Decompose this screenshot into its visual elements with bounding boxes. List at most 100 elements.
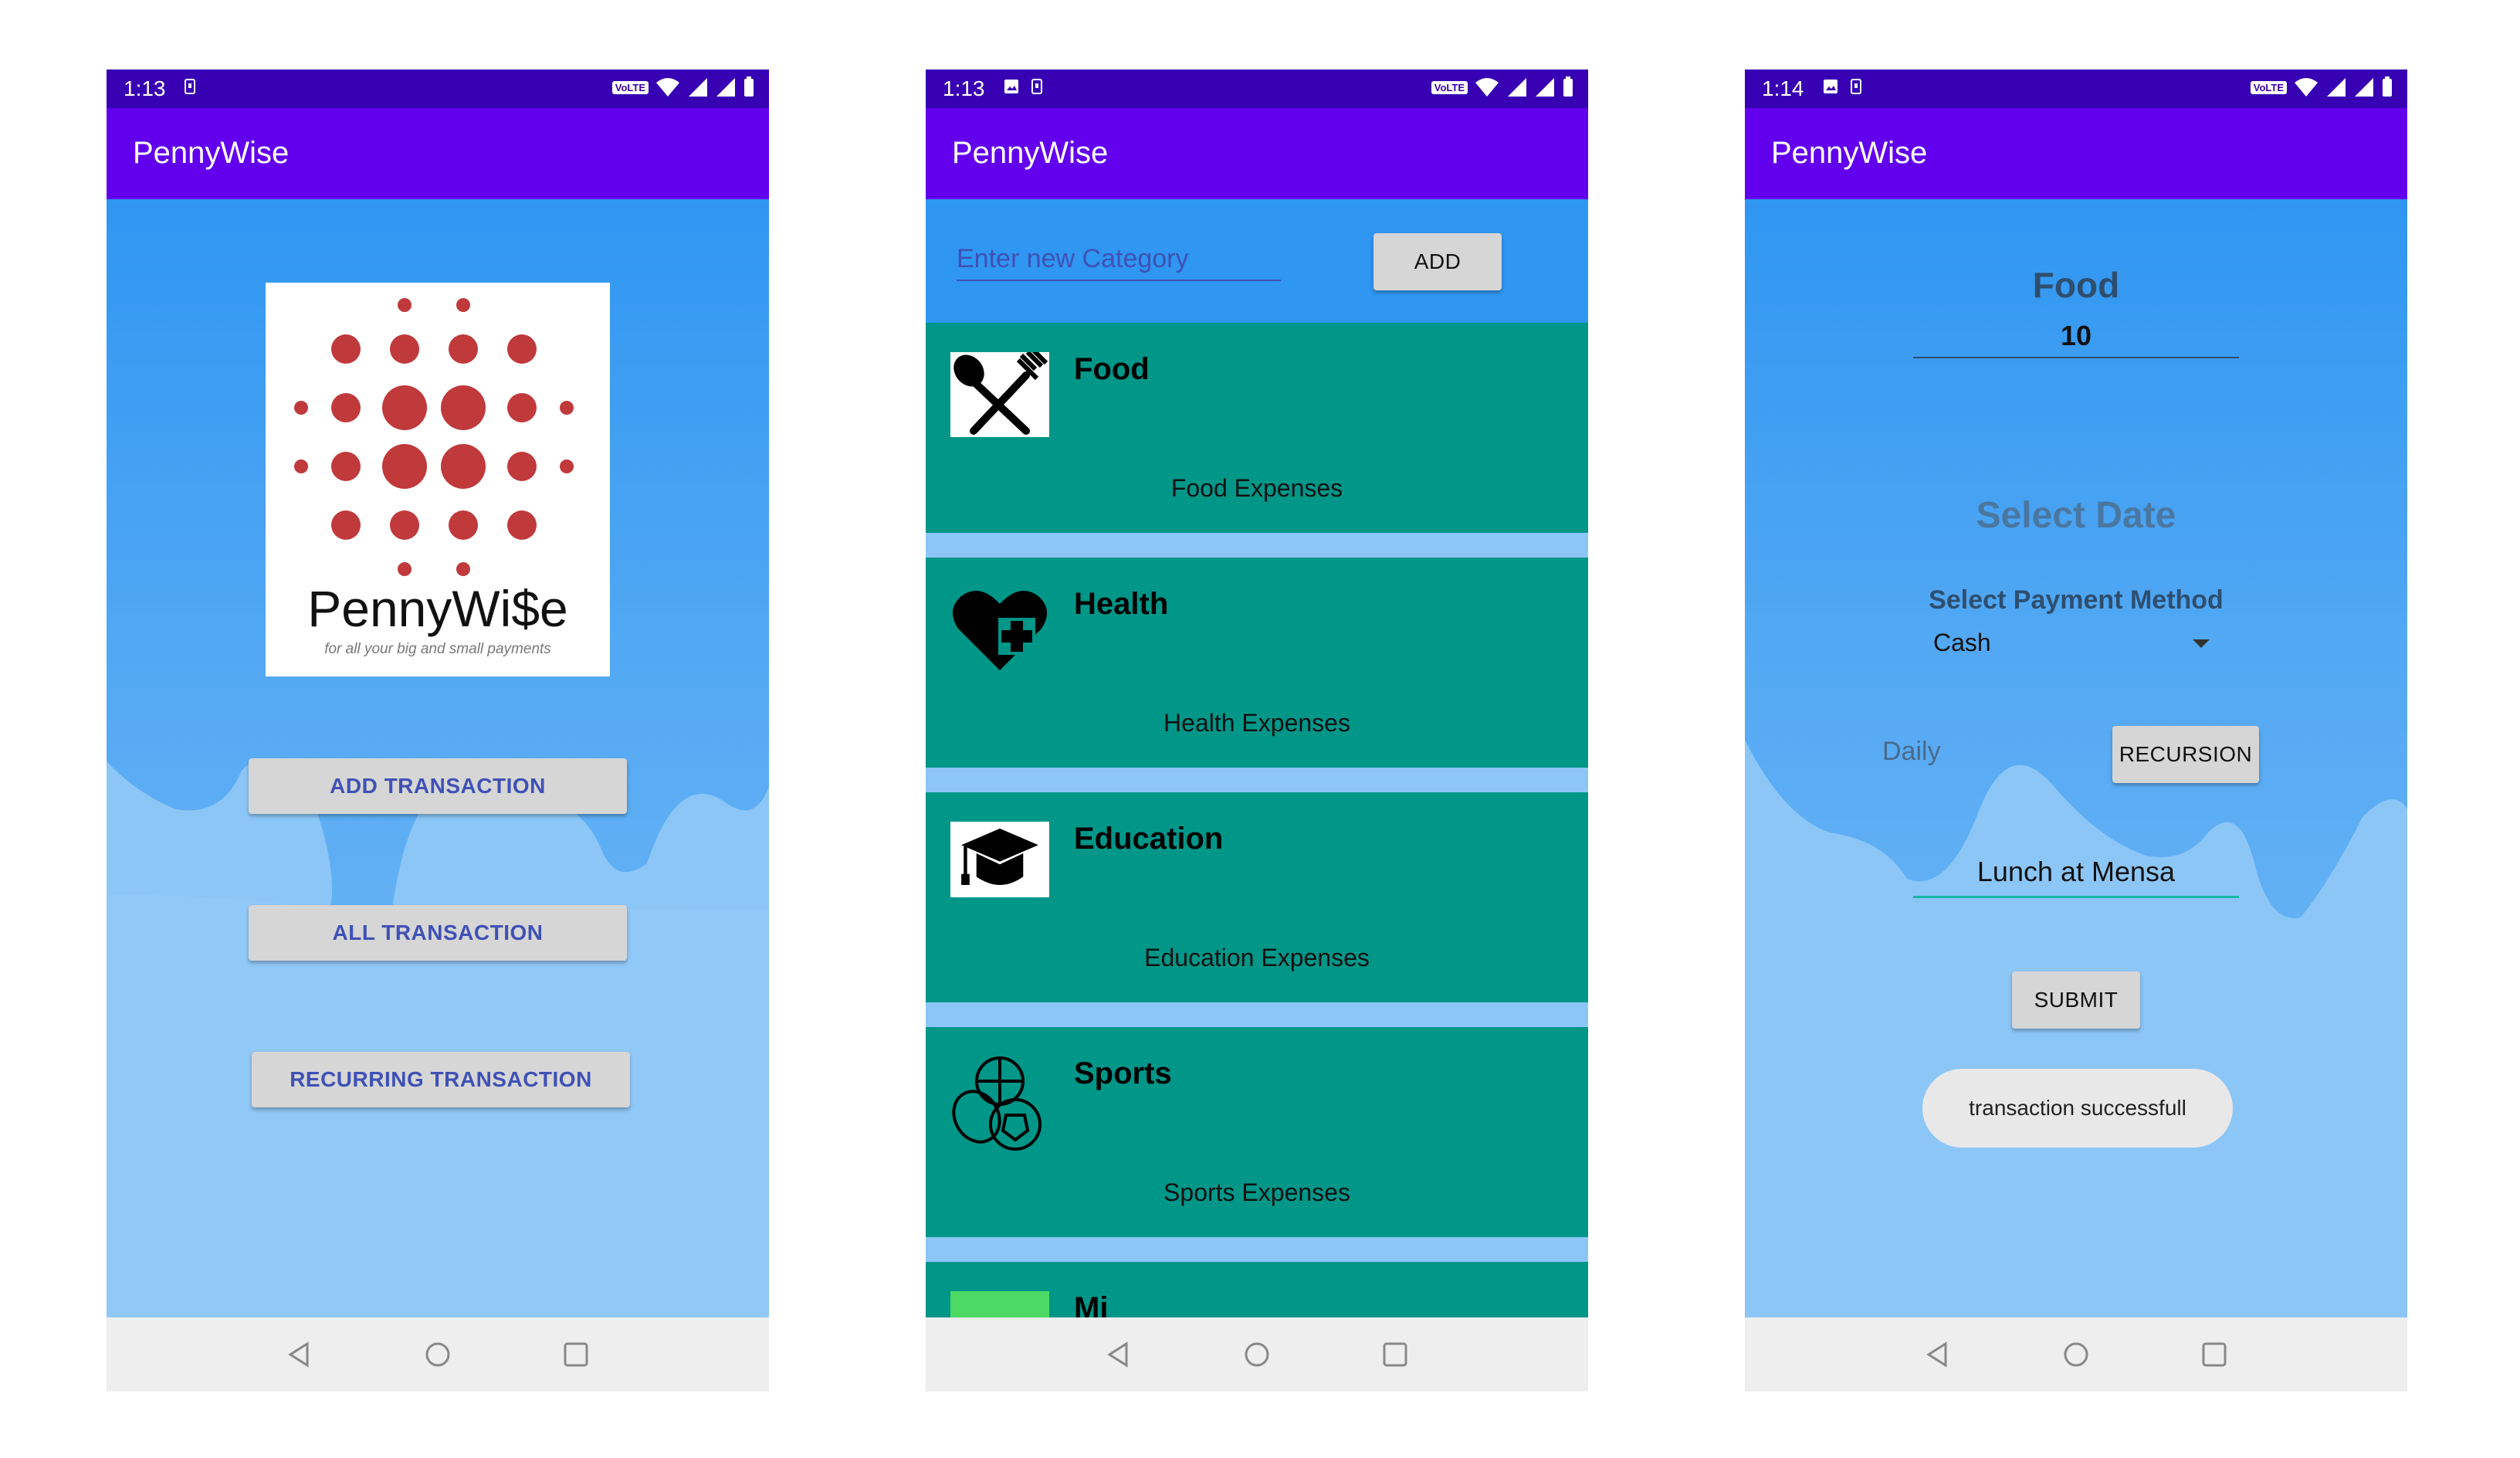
navigation-bar — [926, 1317, 1588, 1392]
app-title: PennyWise — [952, 136, 1109, 170]
category-title: Health — [1074, 587, 1169, 621]
sim-icon — [185, 79, 195, 94]
category-card-education[interactable]: Education Education Expenses — [926, 792, 1588, 1002]
category-title: Sports — [1074, 1056, 1172, 1090]
new-category-input[interactable]: Enter new Category — [957, 239, 1281, 281]
navigation-bar — [1745, 1317, 2407, 1392]
status-notifications — [1003, 78, 1043, 95]
all-transaction-button[interactable]: ALL TRANSACTION — [249, 905, 627, 961]
signal-icon-2 — [2355, 78, 2373, 97]
add-category-button[interactable]: ADD — [1373, 233, 1502, 290]
fork-spoon-icon — [950, 352, 1049, 437]
status-system-icons: VoLTE — [1431, 76, 1574, 98]
back-icon[interactable] — [1103, 1339, 1134, 1370]
status-notifications — [184, 78, 196, 95]
submit-button[interactable]: SUBMIT — [2012, 971, 2140, 1029]
add-transaction-button[interactable]: ADD TRANSACTION — [249, 758, 627, 814]
category-title: Mi — [1074, 1291, 1109, 1317]
category-subtitle: Education Expenses — [1144, 944, 1370, 971]
recents-icon[interactable] — [2199, 1339, 2230, 1370]
wifi-icon — [1475, 78, 1499, 97]
categories-content: Enter new Category ADD Food Food Expense… — [926, 199, 1588, 1317]
amount-field[interactable]: 10 — [1913, 312, 2239, 358]
logo-brand-text: PennyWi$e — [307, 580, 568, 637]
navigation-bar — [107, 1317, 769, 1392]
back-icon[interactable] — [1922, 1339, 1953, 1370]
battery-icon — [2383, 76, 2392, 97]
home-icon[interactable] — [1241, 1339, 1272, 1370]
signal-icon — [1508, 78, 1526, 97]
category-title: Education — [1074, 822, 1224, 856]
app-title: PennyWise — [1771, 136, 1928, 170]
battery-icon — [744, 76, 754, 97]
recents-icon[interactable] — [561, 1339, 591, 1370]
category-subtitle: Food Expenses — [1170, 474, 1343, 502]
payment-method-dropdown[interactable]: Cash — [1930, 624, 2224, 664]
category-card-food[interactable]: Food Food Expenses — [926, 323, 1588, 533]
volte-icon: VoLTE — [1431, 80, 1468, 94]
categories-screen: 1:13 VoLTE PennyWise Enter new Category … — [926, 70, 1588, 1392]
wave-background — [1745, 740, 2407, 1317]
home-icon[interactable] — [422, 1339, 453, 1370]
note-field[interactable]: Lunch at Mensa — [1913, 846, 2239, 898]
recursion-button[interactable]: RECURSION — [2112, 726, 2259, 783]
category-card-sports[interactable]: Sports Sports Expenses — [926, 1027, 1588, 1237]
volte-icon: VoLTE — [2250, 80, 2287, 94]
select-date-button[interactable]: Select Date — [1745, 494, 2407, 537]
status-time: 1:13 — [943, 76, 985, 100]
app-title: PennyWise — [133, 136, 290, 170]
status-time: 1:13 — [124, 76, 166, 100]
signal-icon-2 — [1536, 78, 1554, 97]
sim-icon — [1851, 79, 1861, 94]
recurring-transaction-button[interactable]: RECURRING TRANSACTION — [252, 1052, 630, 1107]
status-system-icons: VoLTE — [2250, 76, 2393, 98]
category-subtitle: Health Expenses — [1163, 709, 1350, 737]
sim-icon — [1031, 79, 1042, 94]
category-heading: Food — [2032, 265, 2120, 305]
transaction-content: Food 10 Select Date Select Payment Metho… — [1745, 199, 2407, 1317]
battery-icon — [1563, 76, 1573, 97]
signal-icon — [2327, 78, 2346, 97]
payment-method-label: Select Payment Method — [1929, 585, 2224, 615]
signal-icon-2 — [716, 78, 735, 97]
volte-icon: VoLTE — [611, 80, 649, 94]
logo-card: PennyWi$e for all your big and small pay… — [266, 283, 610, 676]
home-screen: 1:13 VoLTE PennyWise PennyWi$e for all y… — [107, 70, 769, 1392]
graduation-cap-icon — [950, 822, 1049, 897]
pennywise-logo-icon — [294, 298, 574, 576]
category-subtitle: Sports Expenses — [1163, 1178, 1350, 1206]
status-notifications — [1822, 78, 1862, 95]
home-icon[interactable] — [2061, 1339, 2092, 1370]
recurrence-value: Daily — [1882, 737, 1941, 766]
app-bar: PennyWise — [926, 108, 1588, 199]
chevron-down-icon — [2193, 639, 2210, 648]
wifi-icon — [2295, 78, 2318, 97]
wifi-icon — [656, 78, 679, 97]
image-icon — [1824, 80, 1838, 93]
amount-value: 10 — [2060, 320, 2092, 351]
app-bar: PennyWise — [1745, 108, 2407, 199]
signal-icon — [689, 78, 707, 97]
back-icon[interactable] — [284, 1339, 315, 1370]
category-title: Food — [1074, 352, 1150, 386]
app-bar: PennyWise — [107, 108, 769, 199]
note-value: Lunch at Mensa — [1976, 856, 2176, 887]
logo-tagline: for all your big and small payments — [324, 641, 551, 657]
status-time: 1:14 — [1762, 76, 1804, 100]
balls-icon — [952, 1056, 1042, 1151]
status-bar: 1:14 VoLTE — [1745, 70, 2407, 108]
new-category-placeholder: Enter new Category — [957, 244, 1189, 273]
category-card-partial[interactable]: Mi — [926, 1262, 1588, 1317]
payment-method-value: Cash — [1933, 629, 1991, 656]
image-icon — [1004, 80, 1018, 93]
toast-message: transaction successfull — [1922, 1069, 2233, 1148]
category-card-health[interactable]: Health Health Expenses — [926, 558, 1588, 768]
status-system-icons: VoLTE — [611, 76, 755, 98]
misc-icon — [950, 1291, 1049, 1317]
status-bar: 1:13 VoLTE — [926, 70, 1588, 108]
recents-icon[interactable] — [1380, 1339, 1411, 1370]
home-content: PennyWi$e for all your big and small pay… — [107, 199, 769, 1317]
status-bar: 1:13 VoLTE — [107, 70, 769, 108]
transaction-screen: 1:14 VoLTE PennyWise Food 10 Select Date… — [1745, 70, 2407, 1392]
heart-plus-icon — [952, 590, 1048, 670]
